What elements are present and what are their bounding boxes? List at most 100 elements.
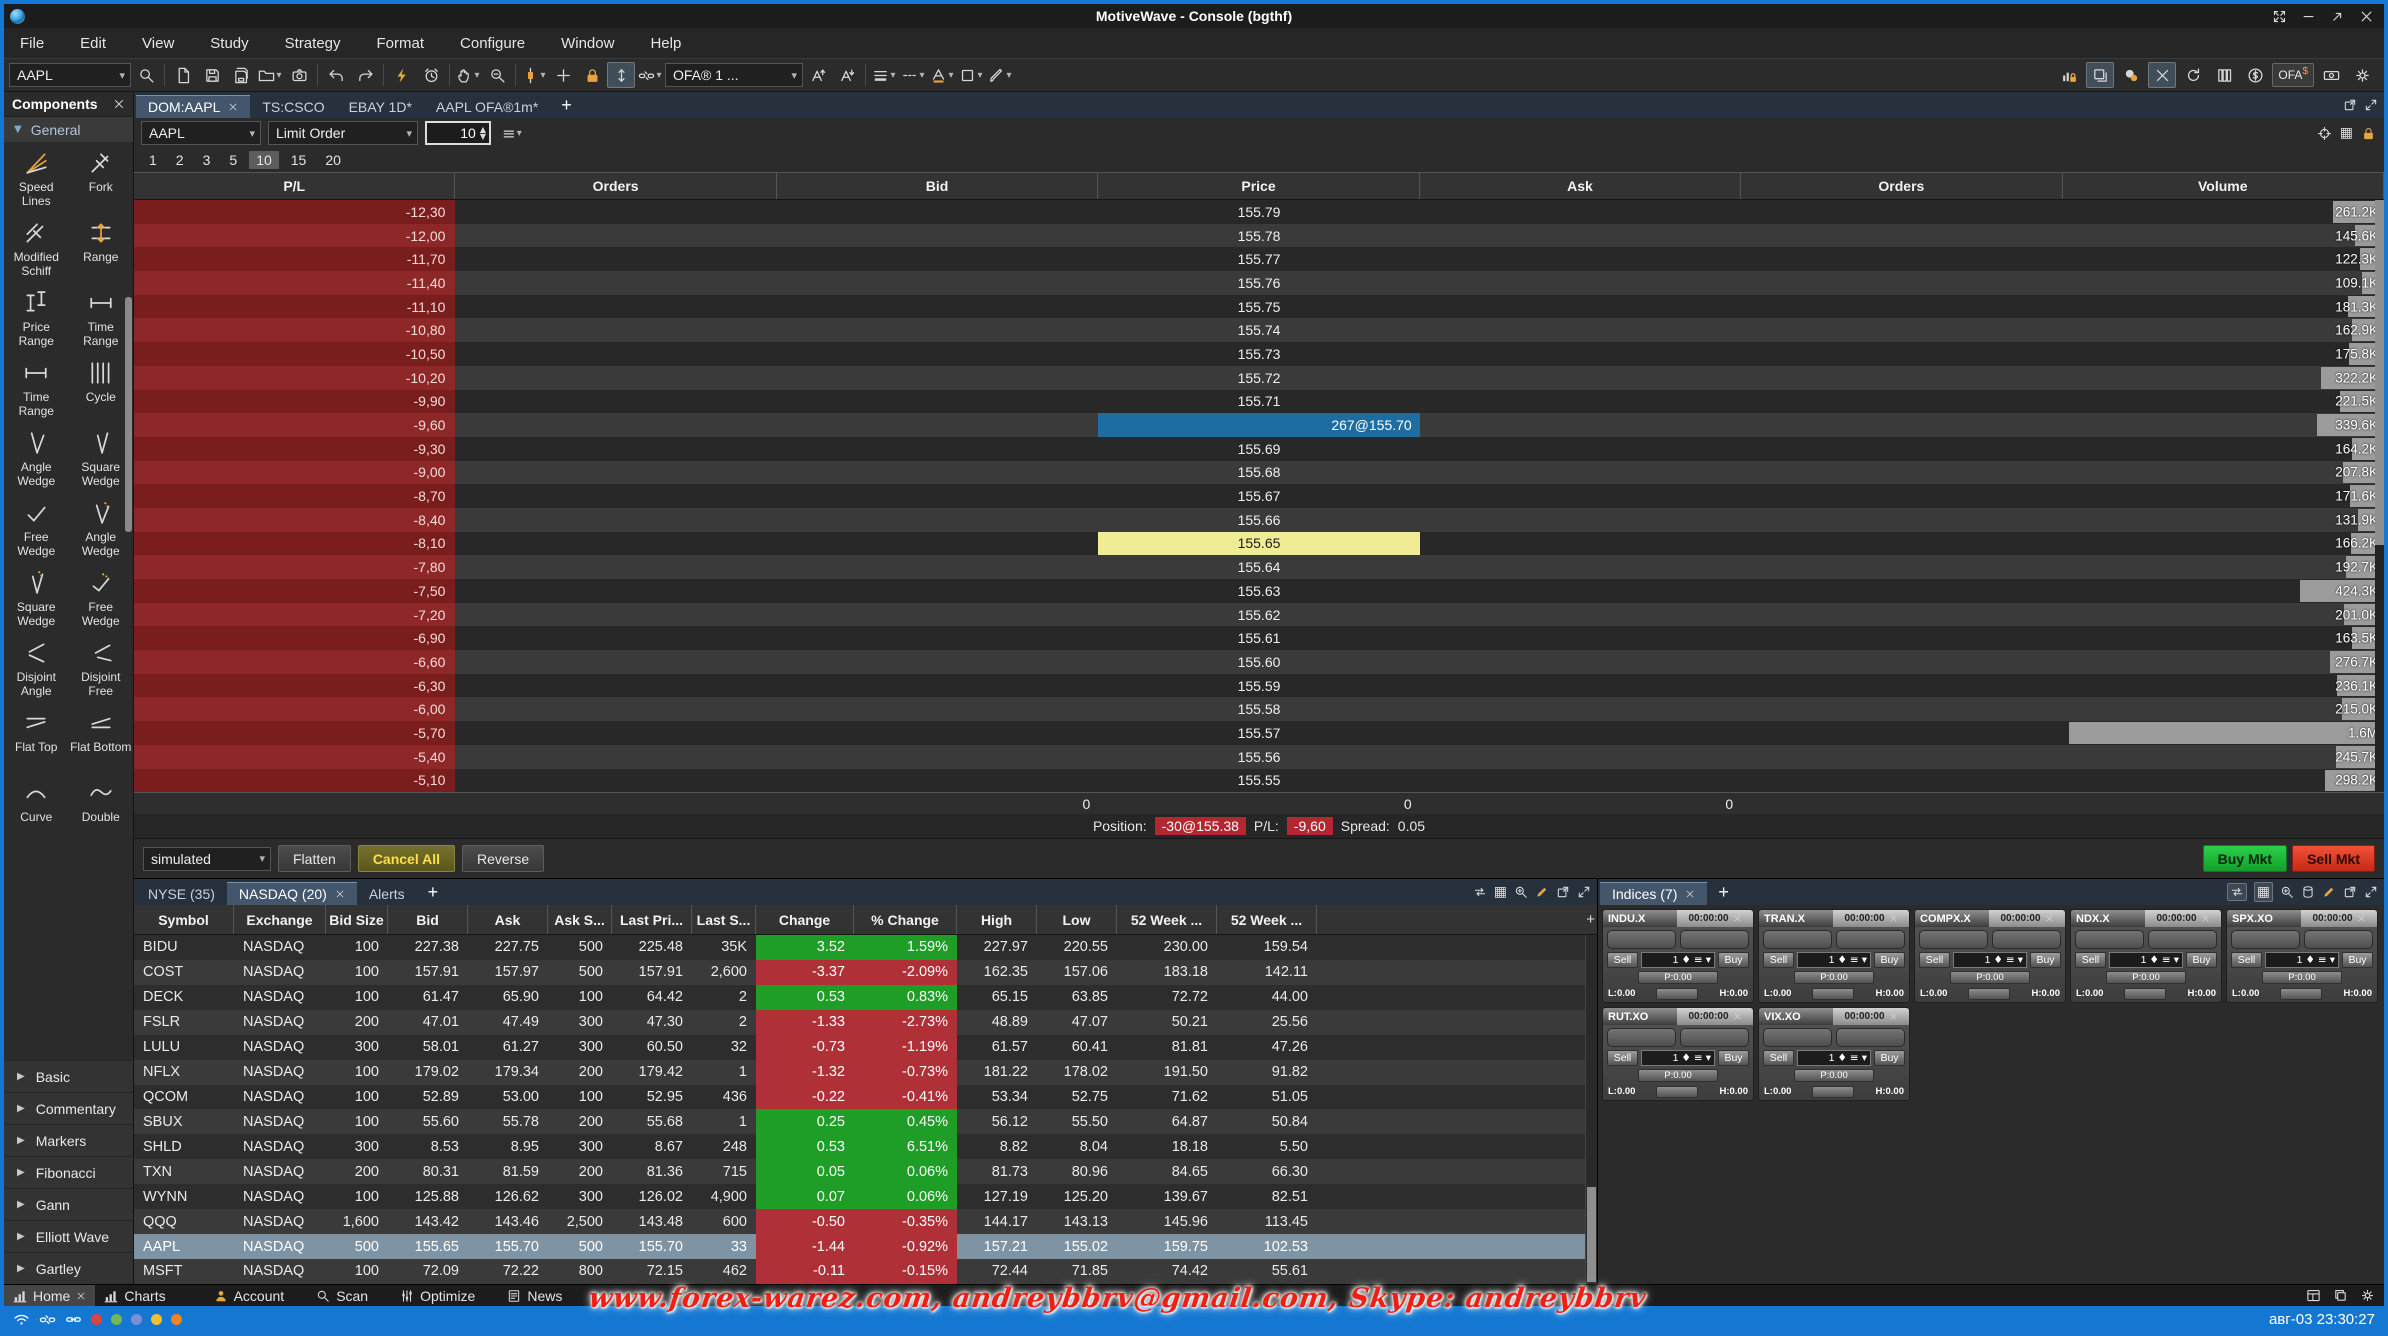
pl-cell[interactable]: -10,50 [134, 342, 455, 366]
sell-button[interactable]: Sell [1763, 952, 1794, 968]
pl-cell[interactable]: -5,70 [134, 721, 455, 745]
orders-buy-cell[interactable] [455, 769, 776, 793]
volume-cell[interactable]: 221.5K [2063, 390, 2384, 414]
orders-sell-cell[interactable] [1741, 745, 2062, 769]
account-select[interactable]: simulated▾ [143, 847, 271, 871]
search-button[interactable] [132, 62, 160, 88]
reload-button[interactable] [2179, 62, 2207, 88]
add-tab-button[interactable]: + [1707, 882, 1740, 903]
pl-cell[interactable]: -10,80 [134, 318, 455, 342]
tool-disjoint-free[interactable]: Disjoint Free [69, 640, 134, 710]
price-cell[interactable]: 155.63 [1098, 579, 1419, 603]
general-section-header[interactable]: ▼ General [4, 116, 133, 142]
pl-cell[interactable]: -11,70 [134, 247, 455, 271]
watchlist-scrollbar[interactable] [1585, 935, 1597, 1284]
bid-cell[interactable] [777, 461, 1098, 485]
bid-cell[interactable] [777, 271, 1098, 295]
column-header-exchange[interactable]: Exchange [234, 905, 326, 934]
column-header-price[interactable]: Price [1098, 173, 1419, 199]
menu-strategy[interactable]: Strategy [285, 35, 341, 52]
column-header-ask[interactable]: Ask [468, 905, 548, 934]
watchlist-row-lulu[interactable]: LULUNASDAQ30058.0161.2730060.5032-0.73-1… [134, 1035, 1597, 1060]
bid-cell[interactable] [777, 437, 1098, 461]
qty-field[interactable]: 1♦≡▾ [2109, 952, 2183, 968]
pl-cell[interactable]: -6,00 [134, 697, 455, 721]
price-cell[interactable]: 267@155.70 [1098, 413, 1419, 437]
pl-cell[interactable]: -9,30 [134, 437, 455, 461]
orders-buy-cell[interactable] [455, 745, 776, 769]
category-gann[interactable]: ▶Gann [4, 1188, 133, 1220]
open-button[interactable]: ▾ [256, 62, 284, 88]
ask-box[interactable] [1836, 930, 1905, 949]
menu-window[interactable]: Window [561, 35, 614, 52]
close-widget-icon[interactable] [1733, 1012, 1742, 1021]
ask-cell[interactable] [1420, 247, 1741, 271]
font-increase-button[interactable] [804, 62, 832, 88]
column-header-bid-size[interactable]: Bid Size [326, 905, 388, 934]
column-header-bid[interactable]: Bid [777, 173, 1098, 199]
page-tab-charts[interactable]: Charts [95, 1285, 174, 1306]
orders-sell-cell[interactable] [1741, 697, 2062, 721]
crosshair-button[interactable] [549, 62, 577, 88]
column-header-orders[interactable]: Orders [1741, 173, 2062, 199]
pl-cell[interactable]: -7,50 [134, 579, 455, 603]
orders-sell-cell[interactable] [1741, 437, 2062, 461]
alert-button[interactable] [417, 62, 445, 88]
sell-button[interactable]: Sell [1607, 1050, 1638, 1066]
orders-buy-cell[interactable] [455, 532, 776, 556]
ask-box[interactable] [2148, 930, 2217, 949]
link-icon[interactable] [65, 1311, 82, 1328]
status-dot-2[interactable] [111, 1314, 122, 1325]
volume-cell[interactable]: 298.2K [2063, 769, 2384, 793]
dom-menu-button[interactable]: ≡▾ [498, 120, 526, 146]
volume-cell[interactable]: 276.7K [2063, 650, 2384, 674]
close-widget-icon[interactable] [2201, 914, 2210, 923]
ask-cell[interactable] [1420, 650, 1741, 674]
position-pill[interactable]: P:0.00 [1794, 1069, 1874, 1082]
category-commentary[interactable]: ▶Commentary [4, 1092, 133, 1124]
pl-cell[interactable]: -8,40 [134, 508, 455, 532]
bid-cell[interactable] [777, 484, 1098, 508]
minimize-button[interactable] [2301, 9, 2316, 24]
status-dot-4[interactable] [151, 1314, 162, 1325]
pl-cell[interactable]: -9,00 [134, 461, 455, 485]
qty-field[interactable]: 1♦≡▾ [1641, 1050, 1715, 1066]
scale-lock-button[interactable] [2055, 62, 2083, 88]
column-header-ask-s-[interactable]: Ask S... [548, 905, 612, 934]
orders-buy-cell[interactable] [455, 200, 776, 224]
fullscreen-button[interactable] [2272, 9, 2287, 24]
tab-dom-aapl[interactable]: DOM:AAPL [136, 95, 250, 118]
watchlist-row-nflx[interactable]: NFLXNASDAQ100179.02179.34200179.421-1.32… [134, 1060, 1597, 1085]
orders-sell-cell[interactable] [1741, 390, 2062, 414]
tool-double-curve[interactable]: Double [69, 780, 134, 850]
orders-buy-cell[interactable] [455, 721, 776, 745]
tool-free-wedge[interactable]: Free Wedge [4, 500, 69, 570]
tool-square-wedge-dot[interactable]: Square Wedge [4, 570, 69, 640]
orders-buy-cell[interactable] [455, 484, 776, 508]
orders-sell-cell[interactable] [1741, 532, 2062, 556]
pl-cell[interactable]: -10,20 [134, 366, 455, 390]
pl-cell[interactable]: -6,30 [134, 674, 455, 698]
price-cell[interactable]: 155.59 [1098, 674, 1419, 698]
brush-button[interactable]: ▾ [986, 62, 1014, 88]
quick-qty-15[interactable]: 15 [284, 151, 314, 169]
columns-button[interactable] [2210, 62, 2238, 88]
orders-buy-cell[interactable] [455, 674, 776, 698]
tool-time-range[interactable]: Time Range [4, 360, 69, 430]
ask-cell[interactable] [1420, 366, 1741, 390]
ask-cell[interactable] [1420, 484, 1741, 508]
orders-sell-cell[interactable] [1741, 366, 2062, 390]
bid-cell[interactable] [777, 650, 1098, 674]
orders-buy-cell[interactable] [455, 650, 776, 674]
watchlist-row-txn[interactable]: TXNNASDAQ20080.3181.5920081.367150.050.0… [134, 1159, 1597, 1184]
orders-buy-cell[interactable] [455, 342, 776, 366]
bid-cell[interactable] [777, 626, 1098, 650]
ask-box[interactable] [1836, 1028, 1905, 1047]
page-tab-home[interactable]: Home [4, 1285, 95, 1306]
pl-cell[interactable]: -11,10 [134, 295, 455, 319]
edit-icon[interactable] [2322, 885, 2336, 899]
ask-cell[interactable] [1420, 697, 1741, 721]
ask-cell[interactable] [1420, 769, 1741, 793]
price-cell[interactable]: 155.71 [1098, 390, 1419, 414]
price-cell[interactable]: 155.64 [1098, 555, 1419, 579]
